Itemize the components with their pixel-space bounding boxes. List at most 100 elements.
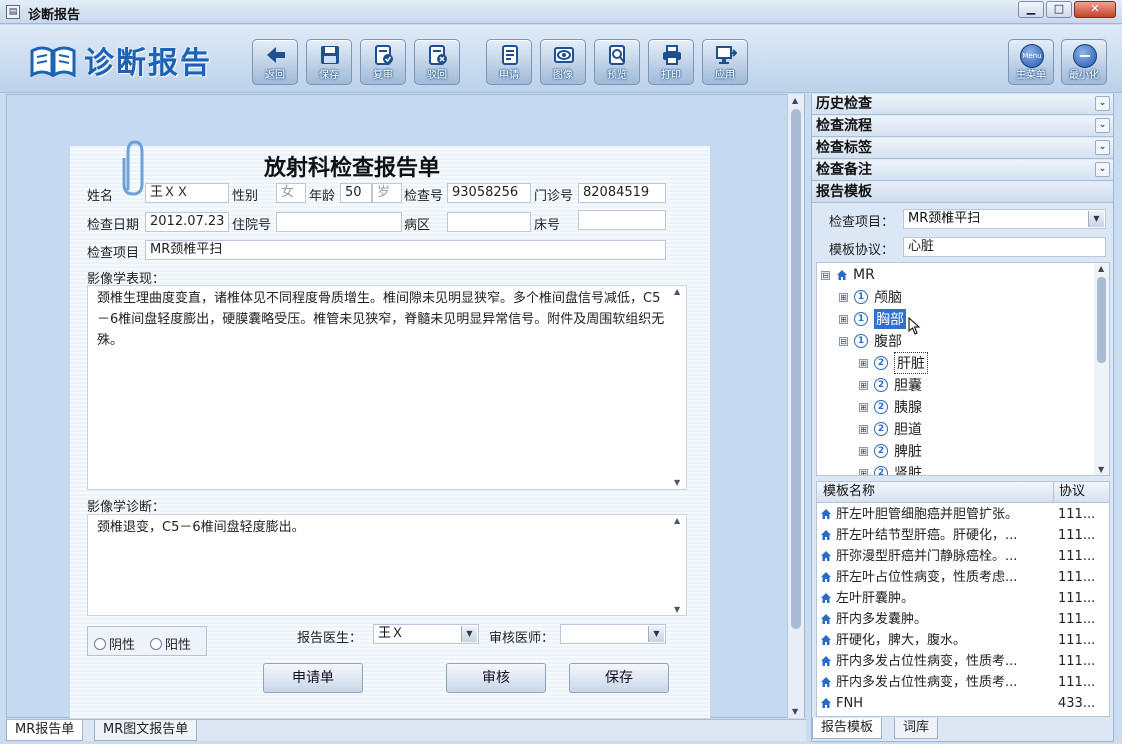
exam-item-field[interactable]: MR颈椎平扫 — [145, 240, 666, 260]
diagnosis-scrollbar[interactable]: ▲ ▼ — [671, 516, 685, 614]
table-row[interactable]: 肝左叶结节型肝癌。肝硬化，... 111... — [817, 525, 1109, 546]
expand-icon[interactable]: ⊞ — [859, 402, 868, 412]
scroll-up-icon[interactable]: ▲ — [792, 96, 798, 105]
report-vertical-scrollbar[interactable]: ▲ ▼ — [787, 94, 804, 718]
section-exam-flow[interactable]: 检查流程 ⌄ — [812, 116, 1113, 137]
table-row[interactable]: 左叶肝囊肿。 111... — [817, 588, 1109, 609]
chevron-down-icon[interactable]: ⌄ — [1095, 140, 1110, 155]
tree-node-abdomen[interactable]: ⊟ 1 腹部 — [839, 330, 902, 352]
review-submit-button[interactable]: 审核 — [446, 663, 546, 693]
positive-radio[interactable]: 阳性 — [150, 634, 191, 653]
tree-scrollbar[interactable]: ▲ ▼ — [1094, 263, 1109, 475]
clinic-no-label: 门诊号 — [534, 189, 574, 204]
scroll-up-icon[interactable]: ▲ — [674, 516, 680, 525]
age-unit-field[interactable]: 岁 — [372, 183, 402, 203]
expand-icon[interactable]: ⊞ — [859, 468, 868, 475]
review-doctor-select[interactable]: ▼ — [560, 624, 666, 644]
template-exam-item-select[interactable]: MR颈椎平扫 ▼ — [903, 209, 1106, 229]
minimize-app-button[interactable]: − 最小化 — [1061, 39, 1107, 85]
table-row[interactable]: 肝内多发占位性病变，性质考... 111... — [817, 672, 1109, 693]
scroll-thumb[interactable] — [1097, 277, 1106, 363]
table-row[interactable]: FNH 433... — [817, 693, 1109, 714]
expand-icon[interactable]: ⊞ — [839, 292, 848, 302]
app-icon[interactable]: ▤ — [6, 5, 20, 19]
section-report-template[interactable]: 报告模板 — [812, 182, 1113, 203]
column-header-template-name[interactable]: 模板名称 — [823, 482, 875, 502]
clinic-no-field[interactable]: 82084519 — [578, 183, 666, 203]
expand-icon[interactable]: ⊞ — [839, 314, 848, 324]
tree-node-gallbladder[interactable]: ⊞ 2 胆囊 — [859, 374, 922, 396]
age-field[interactable]: 50 — [340, 183, 372, 203]
tree-node-brain[interactable]: ⊞ 1 颅脑 — [839, 286, 902, 308]
expand-icon[interactable]: ⊞ — [859, 358, 868, 368]
expand-icon[interactable]: ⊞ — [859, 446, 868, 456]
inpatient-no-field[interactable] — [276, 212, 402, 232]
ward-field[interactable] — [447, 212, 531, 232]
exam-no-field[interactable]: 93058256 — [447, 183, 531, 203]
chevron-down-icon[interactable]: ⌄ — [1095, 96, 1110, 111]
scroll-up-icon[interactable]: ▲ — [674, 287, 680, 296]
apply-button[interactable]: 应用 — [702, 39, 748, 85]
image-button[interactable]: 图像 — [540, 39, 586, 85]
report-doctor-select[interactable]: 王Ｘ ▼ — [373, 624, 479, 644]
dropdown-arrow-icon[interactable]: ▼ — [1088, 211, 1104, 227]
gender-field[interactable]: 女 — [276, 183, 306, 203]
scroll-down-icon[interactable]: ▼ — [674, 478, 680, 487]
table-row[interactable]: 肝左叶胆管细胞癌并胆管扩张。 111... — [817, 504, 1109, 525]
name-field[interactable]: 王ＸＸ — [145, 183, 229, 203]
tab-word-library[interactable]: 词库 — [894, 718, 939, 739]
expand-icon[interactable]: ⊞ — [859, 424, 868, 434]
tab-mr-image-report[interactable]: MR图文报告单 — [94, 720, 198, 741]
close-window-button[interactable]: ✕ — [1074, 1, 1116, 18]
scroll-thumb[interactable] — [791, 109, 801, 629]
chevron-down-icon[interactable]: ⌄ — [1095, 118, 1110, 133]
preview-button[interactable]: 预览 — [594, 39, 640, 85]
collapse-icon[interactable]: ⊟ — [839, 336, 848, 346]
scroll-down-icon[interactable]: ▼ — [1098, 465, 1104, 474]
tree-node-pancreas[interactable]: ⊞ 2 胰腺 — [859, 396, 922, 418]
reject-button[interactable]: 驳回 — [414, 39, 460, 85]
table-row[interactable]: 肝内多发囊肿。 111... — [817, 609, 1109, 630]
tree-node-chest[interactable]: ⊞ 1 胸部 — [839, 308, 922, 335]
tree-node-kidney[interactable]: ⊞ 2 肾脏 — [859, 462, 922, 475]
scroll-down-icon[interactable]: ▼ — [792, 707, 798, 716]
review-button[interactable]: 复审 — [360, 39, 406, 85]
print-button[interactable]: 打印 — [648, 39, 694, 85]
table-row[interactable]: 肝左叶占位性病变，性质考虑... 111... — [817, 567, 1109, 588]
scroll-down-icon[interactable]: ▼ — [674, 605, 680, 614]
tree-node-mr[interactable]: ⊟ MR — [821, 264, 875, 286]
column-header-protocol[interactable]: 协议 — [1053, 482, 1085, 503]
dropdown-arrow-icon[interactable]: ▼ — [648, 626, 664, 642]
exam-date-field[interactable]: 2012.07.23 — [145, 212, 229, 232]
collapse-icon[interactable]: ⊟ — [821, 270, 830, 280]
table-row[interactable]: 肝弥漫型肝癌并门静脉癌栓。... 111... — [817, 546, 1109, 567]
section-history-exam[interactable]: 历史检查 ⌄ — [812, 94, 1113, 115]
request-form-button[interactable]: 申请单 — [263, 663, 363, 693]
back-button[interactable]: 返回 — [252, 39, 298, 85]
table-row[interactable]: 肝内多发占位性病变，性质考... 111... — [817, 651, 1109, 672]
save-report-button[interactable]: 保存 — [569, 663, 669, 693]
tree-node-spleen[interactable]: ⊞ 2 脾脏 — [859, 440, 922, 462]
diagnosis-textarea[interactable]: 颈椎退变，C5－6椎间盘轻度膨出。 — [87, 514, 687, 616]
findings-scrollbar[interactable]: ▲ ▼ — [671, 287, 685, 487]
tree-node-bile-duct[interactable]: ⊞ 2 胆道 — [859, 418, 922, 440]
chevron-down-icon[interactable]: ⌄ — [1095, 162, 1110, 177]
template-protocol-field[interactable]: 心脏 — [903, 237, 1106, 257]
expand-icon[interactable]: ⊞ — [859, 380, 868, 390]
dropdown-arrow-icon[interactable]: ▼ — [461, 626, 477, 642]
negative-radio[interactable]: 阴性 — [94, 634, 135, 653]
table-row[interactable]: 肝硬化，脾大，腹水。 111... — [817, 630, 1109, 651]
section-exam-notes[interactable]: 检查备注 ⌄ — [812, 160, 1113, 181]
section-exam-tags[interactable]: 检查标签 ⌄ — [812, 138, 1113, 159]
tab-mr-report[interactable]: MR报告单 — [6, 720, 84, 741]
tree-node-liver[interactable]: ⊞ 2 肝脏 — [859, 352, 928, 374]
save-toolbar-button[interactable]: 保存 — [306, 39, 352, 85]
maximize-window-button[interactable]: □ — [1046, 1, 1072, 18]
tab-report-template[interactable]: 报告模板 — [812, 718, 883, 739]
bed-no-field[interactable] — [578, 210, 666, 230]
scroll-up-icon[interactable]: ▲ — [1098, 264, 1104, 273]
findings-textarea[interactable]: 颈椎生理曲度变直，诸椎体见不同程度骨质增生。椎间隙未见明显狭窄。多个椎间盘信号减… — [87, 285, 687, 490]
main-menu-button[interactable]: Menu 主菜单 — [1008, 39, 1054, 85]
minimize-window-button[interactable]: ▁ — [1018, 1, 1044, 18]
apply-request-button[interactable]: 申请 — [486, 39, 532, 85]
